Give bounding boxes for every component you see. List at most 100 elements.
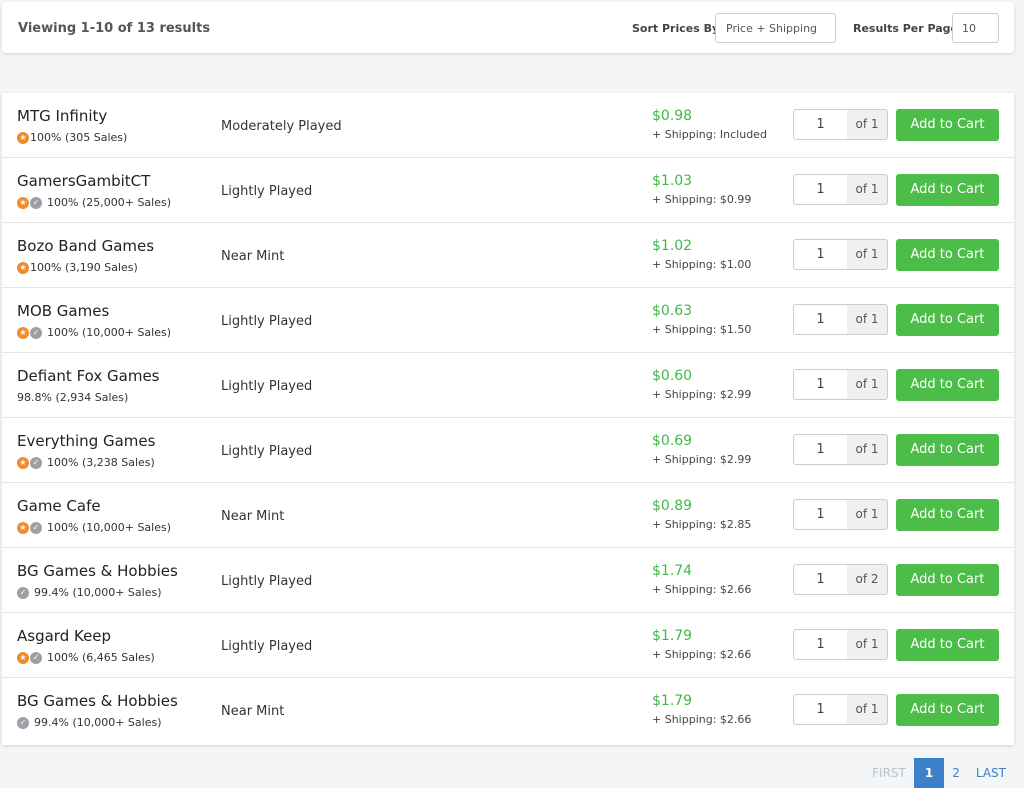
results-per-page-label: Results Per Page: xyxy=(853,22,963,35)
verified-check-badge-icon: ✓ xyxy=(17,586,29,599)
table-row: Game Cafe ★ ✓ 100% (10,000+ Sales) Near Mint… xyxy=(2,483,1014,548)
add-to-cart-button[interactable]: Add to Cart xyxy=(896,564,999,596)
quantity-input[interactable]: 1 xyxy=(793,629,848,660)
seller-name[interactable]: GamersGambitCT xyxy=(17,172,150,190)
item-price: $0.60 xyxy=(652,368,693,384)
seller-rating: ★ ✓ 100% (6,465 Sales) xyxy=(17,651,155,664)
pagination-first[interactable]: FIRST xyxy=(864,758,914,788)
add-to-cart-button[interactable]: Add to Cart xyxy=(896,369,999,401)
shipping-cost: + Shipping: $2.66 xyxy=(652,583,752,596)
shipping-cost: + Shipping: Included xyxy=(652,128,767,141)
card-condition: Moderately Played xyxy=(221,119,342,134)
quantity-input[interactable]: 1 xyxy=(793,694,848,725)
card-condition: Lightly Played xyxy=(221,184,313,199)
add-to-cart-button[interactable]: Add to Cart xyxy=(896,239,999,271)
item-price: $1.03 xyxy=(652,173,693,189)
quantity-input[interactable]: 1 xyxy=(793,304,848,335)
seller-name[interactable]: BG Games & Hobbies xyxy=(17,692,178,710)
quantity-input[interactable]: 1 xyxy=(793,434,848,465)
card-condition: Near Mint xyxy=(221,704,285,719)
shipping-cost: + Shipping: $2.99 xyxy=(652,388,752,401)
gold-star-badge-icon: ★ xyxy=(17,456,29,469)
seller-rating: ★ ✓ 100% (10,000+ Sales) xyxy=(17,326,171,339)
quantity-input[interactable]: 1 xyxy=(793,109,848,140)
seller-rating-text: 100% (305 Sales) xyxy=(30,131,128,144)
seller-name[interactable]: Everything Games xyxy=(17,432,155,450)
item-price: $1.74 xyxy=(652,563,693,579)
shipping-cost: + Shipping: $2.66 xyxy=(652,713,752,726)
sort-select[interactable]: Price + Shipping xyxy=(715,13,836,43)
add-to-cart-button[interactable]: Add to Cart xyxy=(896,499,999,531)
table-row: MTG Infinity ★ 100% (305 Sales) Moderately … xyxy=(2,93,1014,158)
card-condition: Lightly Played xyxy=(221,379,313,394)
add-to-cart-button[interactable]: Add to Cart xyxy=(896,694,999,726)
seller-rating: ★ 100% (305 Sales) xyxy=(17,131,127,144)
quantity-input[interactable]: 1 xyxy=(793,564,848,595)
seller-rating-text: 100% (3,190 Sales) xyxy=(30,261,138,274)
seller-name[interactable]: Asgard Keep xyxy=(17,627,111,645)
shipping-cost: + Shipping: $2.66 xyxy=(652,648,752,661)
gold-star-badge-icon: ★ xyxy=(17,261,29,274)
seller-rating-text: 100% (25,000+ Sales) xyxy=(47,196,172,209)
table-row: BG Games & Hobbies ✓ 99.4% (10,000+ Sales)… xyxy=(2,548,1014,613)
verified-check-badge-icon: ✓ xyxy=(30,326,42,339)
quantity-input[interactable]: 1 xyxy=(793,369,848,400)
card-condition: Lightly Played xyxy=(221,314,313,329)
seller-rating: ★ ✓ 100% (3,238 Sales) xyxy=(17,456,155,469)
quantity-input[interactable]: 1 xyxy=(793,499,848,530)
table-row: Defiant Fox Games 98.8% (2,934 Sales) Ligh… xyxy=(2,353,1014,418)
table-row: MOB Games ★ ✓ 100% (10,000+ Sales) Lightly P… xyxy=(2,288,1014,353)
verified-check-badge-icon: ✓ xyxy=(17,716,29,729)
sort-label: Sort Prices By: xyxy=(632,22,724,35)
quantity-available: of 1 xyxy=(847,629,888,660)
item-price: $0.89 xyxy=(652,498,693,514)
results-per-page-input[interactable]: 10 xyxy=(952,13,999,43)
table-row: Bozo Band Games ★ 100% (3,190 Sales) Near M… xyxy=(2,223,1014,288)
seller-rating: ★ ✓ 100% (10,000+ Sales) xyxy=(17,521,171,534)
seller-name[interactable]: Defiant Fox Games xyxy=(17,367,160,385)
seller-rating: ★ 100% (3,190 Sales) xyxy=(17,261,138,274)
quantity-input[interactable]: 1 xyxy=(793,174,848,205)
table-row: GamersGambitCT ★ ✓ 100% (25,000+ Sales) Ligh… xyxy=(2,158,1014,223)
seller-rating: ✓ 99.4% (10,000+ Sales) xyxy=(17,716,162,729)
quantity-available: of 1 xyxy=(847,174,888,205)
verified-check-badge-icon: ✓ xyxy=(30,651,42,664)
seller-rating-text: 100% (6,465 Sales) xyxy=(47,651,155,664)
quantity-available: of 1 xyxy=(847,434,888,465)
add-to-cart-button[interactable]: Add to Cart xyxy=(896,109,999,141)
card-condition: Lightly Played xyxy=(221,574,313,589)
add-to-cart-button[interactable]: Add to Cart xyxy=(896,304,999,336)
seller-rating-text: 99.4% (10,000+ Sales) xyxy=(34,586,162,599)
card-condition: Lightly Played xyxy=(221,639,313,654)
gold-star-badge-icon: ★ xyxy=(17,326,29,339)
item-price: $1.02 xyxy=(652,238,693,254)
add-to-cart-button[interactable]: Add to Cart xyxy=(896,629,999,661)
quantity-input[interactable]: 1 xyxy=(793,239,848,270)
quantity-available: of 1 xyxy=(847,694,888,725)
seller-name[interactable]: BG Games & Hobbies xyxy=(17,562,178,580)
verified-check-badge-icon: ✓ xyxy=(30,196,42,209)
quantity-available: of 1 xyxy=(847,304,888,335)
seller-name[interactable]: MTG Infinity xyxy=(17,107,107,125)
quantity-available: of 1 xyxy=(847,499,888,530)
pagination-last[interactable]: LAST xyxy=(968,758,1014,788)
item-price: $0.98 xyxy=(652,108,693,124)
shipping-cost: + Shipping: $1.50 xyxy=(652,323,752,336)
card-condition: Lightly Played xyxy=(221,444,313,459)
seller-name[interactable]: Game Cafe xyxy=(17,497,101,515)
add-to-cart-button[interactable]: Add to Cart xyxy=(896,174,999,206)
pagination-page-2[interactable]: 2 xyxy=(944,758,968,788)
item-price: $1.79 xyxy=(652,693,693,709)
seller-rating-text: 99.4% (10,000+ Sales) xyxy=(34,716,162,729)
seller-rating-text: 100% (10,000+ Sales) xyxy=(47,521,172,534)
quantity-available: of 1 xyxy=(847,109,888,140)
verified-check-badge-icon: ✓ xyxy=(30,456,42,469)
quantity-available: of 1 xyxy=(847,239,888,270)
seller-name[interactable]: MOB Games xyxy=(17,302,109,320)
add-to-cart-button[interactable]: Add to Cart xyxy=(896,434,999,466)
seller-name[interactable]: Bozo Band Games xyxy=(17,237,154,255)
seller-rating: 98.8% (2,934 Sales) xyxy=(17,391,128,404)
pagination-page-1[interactable]: 1 xyxy=(913,758,945,788)
card-condition: Near Mint xyxy=(221,509,285,524)
table-row: Everything Games ★ ✓ 100% (3,238 Sales) Ligh… xyxy=(2,418,1014,483)
